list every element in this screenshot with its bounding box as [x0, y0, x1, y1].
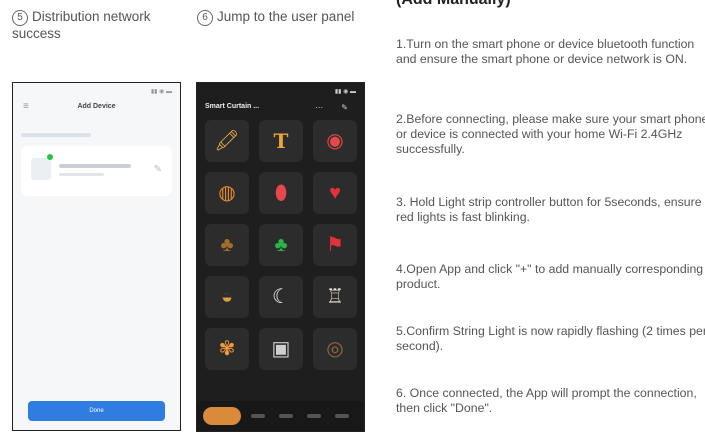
ornament-icon[interactable]: ◎ — [313, 328, 357, 370]
phone-screenshot-add-device: ▮▮ ◉ ▬ ≡ Add Device ✎ Done — [12, 82, 181, 431]
step-6-text: Jump to the user panel — [217, 9, 355, 24]
subtitle-placeholder — [21, 133, 91, 137]
instruction-1: 1.Turn on the smart phone or device blue… — [396, 37, 695, 66]
tooth-icon[interactable]: ♖ — [313, 276, 357, 318]
done-button[interactable]: Done — [28, 401, 165, 421]
heart-icon[interactable]: ♥ — [313, 172, 357, 214]
screen-title: Add Device — [77, 103, 116, 110]
step-6-caption: 6 Jump to the user panel — [197, 9, 377, 26]
moon-star-icon[interactable]: ☾ — [259, 276, 303, 318]
active-tab-pill[interactable] — [203, 407, 241, 425]
instruction-3: 3. Hold Light strip controller button fo… — [396, 195, 702, 224]
tree-icon[interactable]: ♣ — [205, 224, 249, 266]
instruction-2: 2.Before connecting, please make sure yo… — [396, 112, 705, 156]
step-number: 5 — [12, 10, 28, 26]
instruction-5: 5.Confirm String Light is now rapidly fl… — [396, 324, 705, 353]
device-name-line — [59, 164, 131, 168]
phone-screenshot-user-panel: ▮▮ ◉ ▬ Smart Curtain ... ⋯ ✎ 🖍 T ◉ ◍ ⬮ ♥… — [196, 82, 365, 432]
tab-music[interactable] — [279, 414, 293, 418]
clover-icon[interactable]: ♣ — [259, 224, 303, 266]
t-letter-icon[interactable]: T — [259, 120, 303, 162]
step-5-caption: 5 Distribution network success — [12, 9, 182, 42]
cone-icon[interactable]: 🖍 — [205, 120, 249, 162]
success-dot-icon — [47, 154, 53, 160]
instruction-4: 4.Open App and click "+" to add manually… — [396, 262, 704, 291]
status-bar: ▮▮ ◉ ▬ — [150, 89, 172, 95]
tab-modes[interactable] — [307, 414, 321, 418]
paw-icon[interactable]: ✾ — [205, 328, 249, 370]
pumpkin-icon[interactable]: ◍ — [205, 172, 249, 214]
device-icon — [31, 158, 51, 180]
status-bar: ▮▮ ◉ ▬ — [334, 89, 356, 95]
step-number: 6 — [197, 10, 213, 26]
instruction-6: 6. Once connected, the App will prompt t… — [396, 386, 697, 415]
lips-icon[interactable]: ◉ — [313, 120, 357, 162]
pie-icon[interactable]: ◒ — [205, 276, 249, 318]
section-heading: (Add Manually) — [396, 0, 511, 9]
device-status-line — [59, 173, 104, 176]
bottom-tab-bar — [197, 401, 364, 431]
panel-title: Smart Curtain ... — [205, 103, 260, 110]
step-5-text: Distribution network success — [12, 9, 151, 41]
flag-icon[interactable]: ⚑ — [313, 224, 357, 266]
tab-scenes[interactable] — [251, 414, 265, 418]
square-icon[interactable]: ▣ — [259, 328, 303, 370]
panel-header-icons[interactable]: ⋯ ✎ — [315, 103, 356, 112]
device-card[interactable]: ✎ — [21, 146, 172, 196]
edit-icon[interactable]: ✎ — [154, 164, 162, 175]
egg-icon[interactable]: ⬮ — [259, 172, 303, 214]
tab-settings[interactable] — [335, 414, 349, 418]
